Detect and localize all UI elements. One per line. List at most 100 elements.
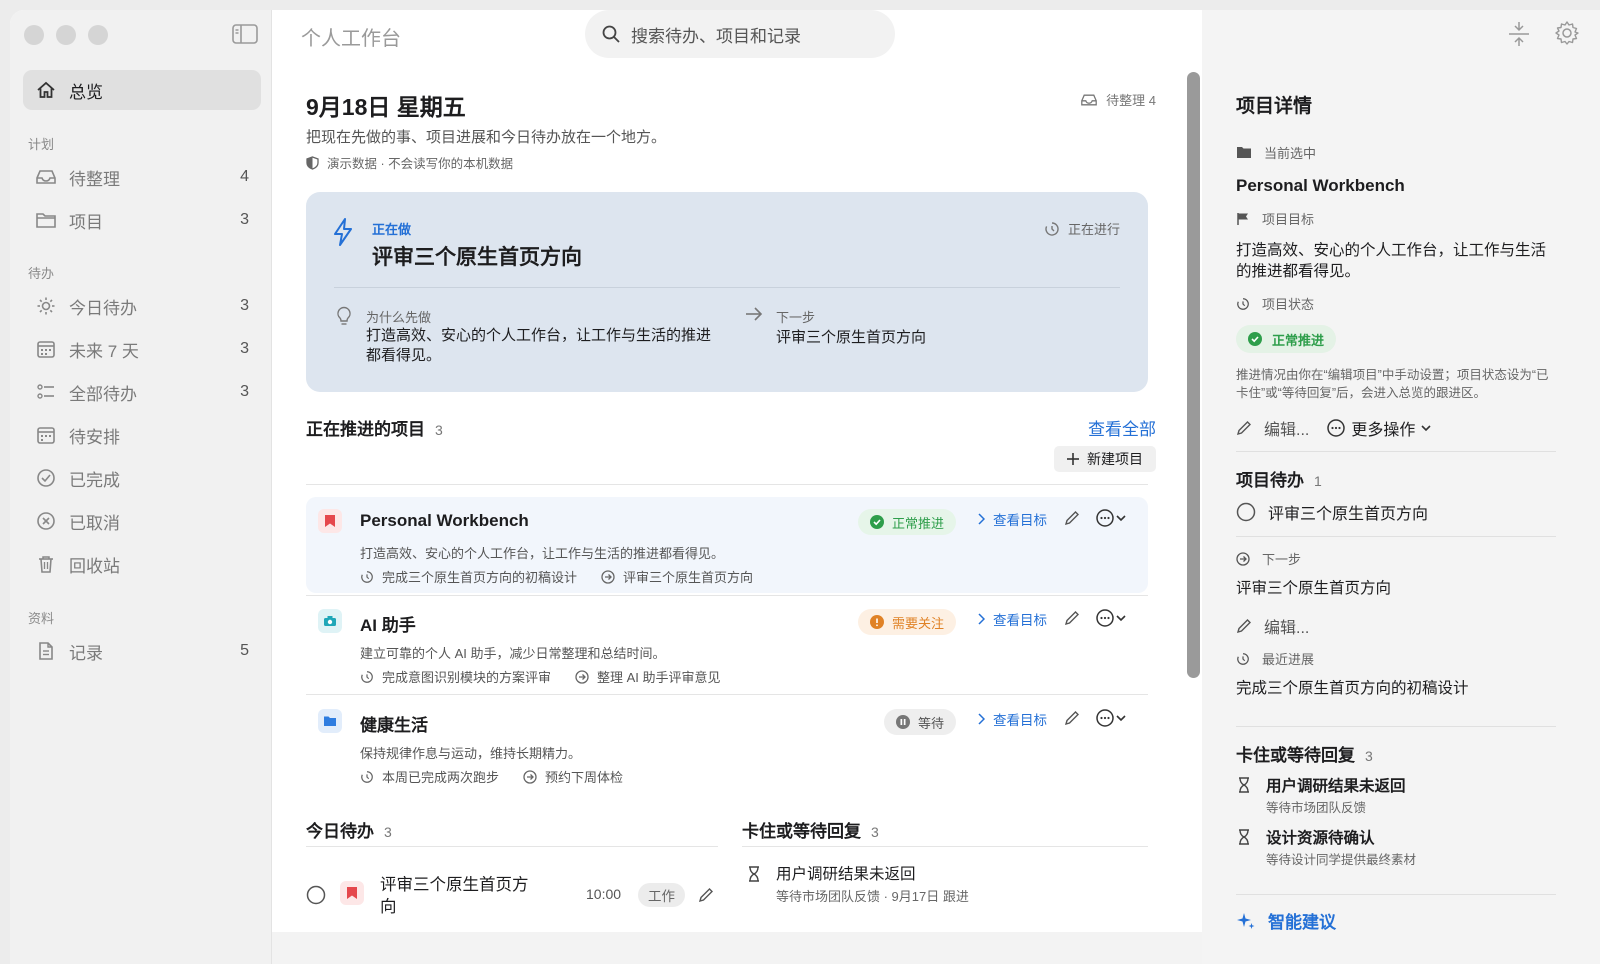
- pencil-icon[interactable]: [1064, 710, 1080, 726]
- today-todo-item[interactable]: 评审三个原生首页方向 10:00 工作: [306, 876, 718, 928]
- new-project-button[interactable]: 新建项目: [1054, 446, 1156, 472]
- current-selected-label: 当前选中: [1236, 143, 1316, 162]
- project-desc: 保持规律作息与运动，维持长期精力。: [360, 746, 582, 761]
- project-row[interactable]: 健康生活 等待 查看目标 保持规律作息与运动，维持长期精力。 本周已完成两次跑步…: [306, 697, 1148, 793]
- divider: [306, 595, 1148, 596]
- sidebar-item-unscheduled[interactable]: 待安排: [23, 415, 261, 455]
- view-goal-button[interactable]: 查看目标: [978, 509, 1047, 529]
- sun-icon: [35, 295, 57, 317]
- section-count: 1: [1314, 473, 1322, 489]
- sparkle-icon: [1237, 912, 1255, 929]
- sidebar-item-overview[interactable]: 总览: [23, 70, 261, 110]
- section-title-text: 卡住或等待回复: [742, 822, 861, 841]
- next-step-edit-button[interactable]: 编辑...: [1236, 614, 1309, 638]
- minimize-window-button[interactable]: [56, 25, 76, 45]
- sidebar-item-projects[interactable]: 项目 3: [23, 200, 261, 240]
- edit-label: 编辑...: [1264, 422, 1310, 439]
- blocked-sub: 等待市场团队反馈 · 9月17日 跟进: [776, 889, 969, 904]
- sidebar-item-label: 已取消: [69, 513, 120, 533]
- project-todo-item[interactable]: 评审三个原生首页方向: [1236, 500, 1428, 524]
- edit-button[interactable]: 编辑...: [1236, 416, 1309, 440]
- folder-icon: [318, 709, 342, 733]
- blocked-section-title: 卡住或等待回复 3: [742, 817, 879, 842]
- inspector-panel: 项目详情 当前选中 Personal Workbench 项目目标 打造高效、安…: [1202, 10, 1600, 964]
- search-icon: [602, 25, 620, 43]
- todo-checkbox[interactable]: [1236, 502, 1256, 522]
- check-circle-icon: [870, 515, 884, 529]
- page-subtitle: 把现在先做的事、项目进展和今日待办放在一个地方。: [306, 129, 667, 146]
- projects-section-title: 正在推进的项目 3: [306, 415, 443, 440]
- pencil-icon[interactable]: [1064, 510, 1080, 526]
- search-input[interactable]: 搜索待办、项目和记录: [585, 10, 895, 58]
- sidebar-toggle-icon[interactable]: [232, 23, 258, 45]
- more-actions-button[interactable]: 更多操作: [1327, 416, 1431, 440]
- section-title-data: 资料: [28, 611, 55, 626]
- view-goal-button[interactable]: 查看目标: [978, 709, 1047, 729]
- x-circle-icon: [35, 510, 57, 532]
- warning-icon: [870, 615, 884, 629]
- inbox-badge[interactable]: 待整理 4: [1080, 90, 1156, 109]
- project-row[interactable]: AI 助手 需要关注 查看目标 建立可靠的个人 AI 助手，减少日常整理和总结时…: [306, 597, 1148, 693]
- clock-icon: [1237, 297, 1249, 310]
- status-badge: 等待: [884, 709, 957, 735]
- blocked-title: 设计资源待确认: [1266, 830, 1375, 847]
- current-focus-card[interactable]: 正在做 评审三个原生首页方向 正在进行 为什么先做 打造高效、安心的个人工作台，…: [306, 192, 1148, 392]
- more-actions-button[interactable]: [1096, 709, 1126, 727]
- smart-suggest-label: 智能建议: [1268, 913, 1336, 932]
- sidebar-item-inbox[interactable]: 待整理 4: [23, 157, 261, 197]
- sidebar-item-count: 3: [240, 297, 249, 314]
- inspector-actions: 编辑... 更多操作: [1236, 416, 1431, 440]
- status-badge: 需要关注: [858, 609, 957, 635]
- see-all-link[interactable]: 查看全部: [1088, 415, 1156, 440]
- status-badge: 正常推进: [1236, 325, 1337, 353]
- next-arrow-circle-icon: [1236, 551, 1250, 566]
- sidebar-item-count: 3: [240, 340, 249, 357]
- window-controls: [24, 25, 108, 45]
- hourglass-icon: [1239, 829, 1249, 845]
- gear-icon[interactable]: [1554, 20, 1580, 46]
- project-recent: 本周已完成两次跑步: [382, 770, 500, 785]
- sidebar-item-count: 3: [240, 211, 249, 228]
- inspector-toolbar: [1506, 20, 1580, 48]
- more-actions-button[interactable]: [1096, 609, 1126, 627]
- scrollbar[interactable]: [1187, 72, 1200, 678]
- sidebar-item-cancelled[interactable]: 已取消: [23, 501, 261, 541]
- project-row[interactable]: Personal Workbench 正常推进 查看目标 打造高效、安心的个人工…: [306, 497, 1148, 593]
- sidebar-item-label: 待安排: [69, 427, 120, 447]
- todo-title: 评审三个原生首页方向: [1268, 506, 1429, 523]
- pencil-icon[interactable]: [698, 887, 714, 903]
- zoom-window-button[interactable]: [88, 25, 108, 45]
- collapse-icon[interactable]: [1506, 20, 1532, 48]
- camera-icon: [318, 609, 342, 633]
- smart-suggest-button[interactable]: 智能建议: [1236, 908, 1336, 933]
- status-badge: 正常推进: [858, 509, 957, 535]
- more-actions-button[interactable]: [1096, 509, 1126, 527]
- sidebar-item-all[interactable]: 全部待办 3: [23, 372, 261, 412]
- sidebar-item-next7[interactable]: 未来 7 天 3: [23, 329, 261, 369]
- project-meta: 完成意图识别模块的方案评审 整理 AI 助手评审意见: [360, 667, 721, 686]
- sidebar-item-completed[interactable]: 已完成: [23, 458, 261, 498]
- sidebar-item-today[interactable]: 今日待办 3: [23, 286, 261, 326]
- todo-checkbox[interactable]: [306, 885, 326, 905]
- chevron-down-icon: [1116, 615, 1126, 622]
- ellipsis-circle-icon: [1096, 709, 1114, 727]
- sidebar-item-count: 5: [240, 642, 249, 659]
- inbox-icon: [35, 166, 57, 188]
- sidebar-item-records[interactable]: 记录 5: [23, 631, 261, 671]
- sidebar-item-count: 4: [240, 168, 249, 185]
- sidebar-item-trash[interactable]: 回收站: [23, 544, 261, 584]
- focus-divider: [334, 287, 1120, 288]
- view-goal-button[interactable]: 查看目标: [978, 609, 1047, 629]
- sidebar-item-label: 回收站: [69, 556, 120, 576]
- label-text: 当前选中: [1264, 146, 1317, 161]
- focus-status-text: 正在进行: [1067, 222, 1120, 237]
- close-window-button[interactable]: [24, 25, 44, 45]
- hourglass-icon: [1239, 777, 1249, 793]
- next-step-label: 下一步: [1236, 549, 1301, 568]
- inspector-project-name: Personal Workbench: [1236, 176, 1405, 195]
- pencil-icon[interactable]: [1064, 610, 1080, 626]
- todo-tag: 工作: [638, 883, 685, 907]
- project-recent: 完成意图识别模块的方案评审: [382, 670, 552, 685]
- view-goal-label: 查看目标: [993, 713, 1047, 728]
- demo-note-text: 演示数据 · 不会读写你的本机数据: [327, 157, 514, 171]
